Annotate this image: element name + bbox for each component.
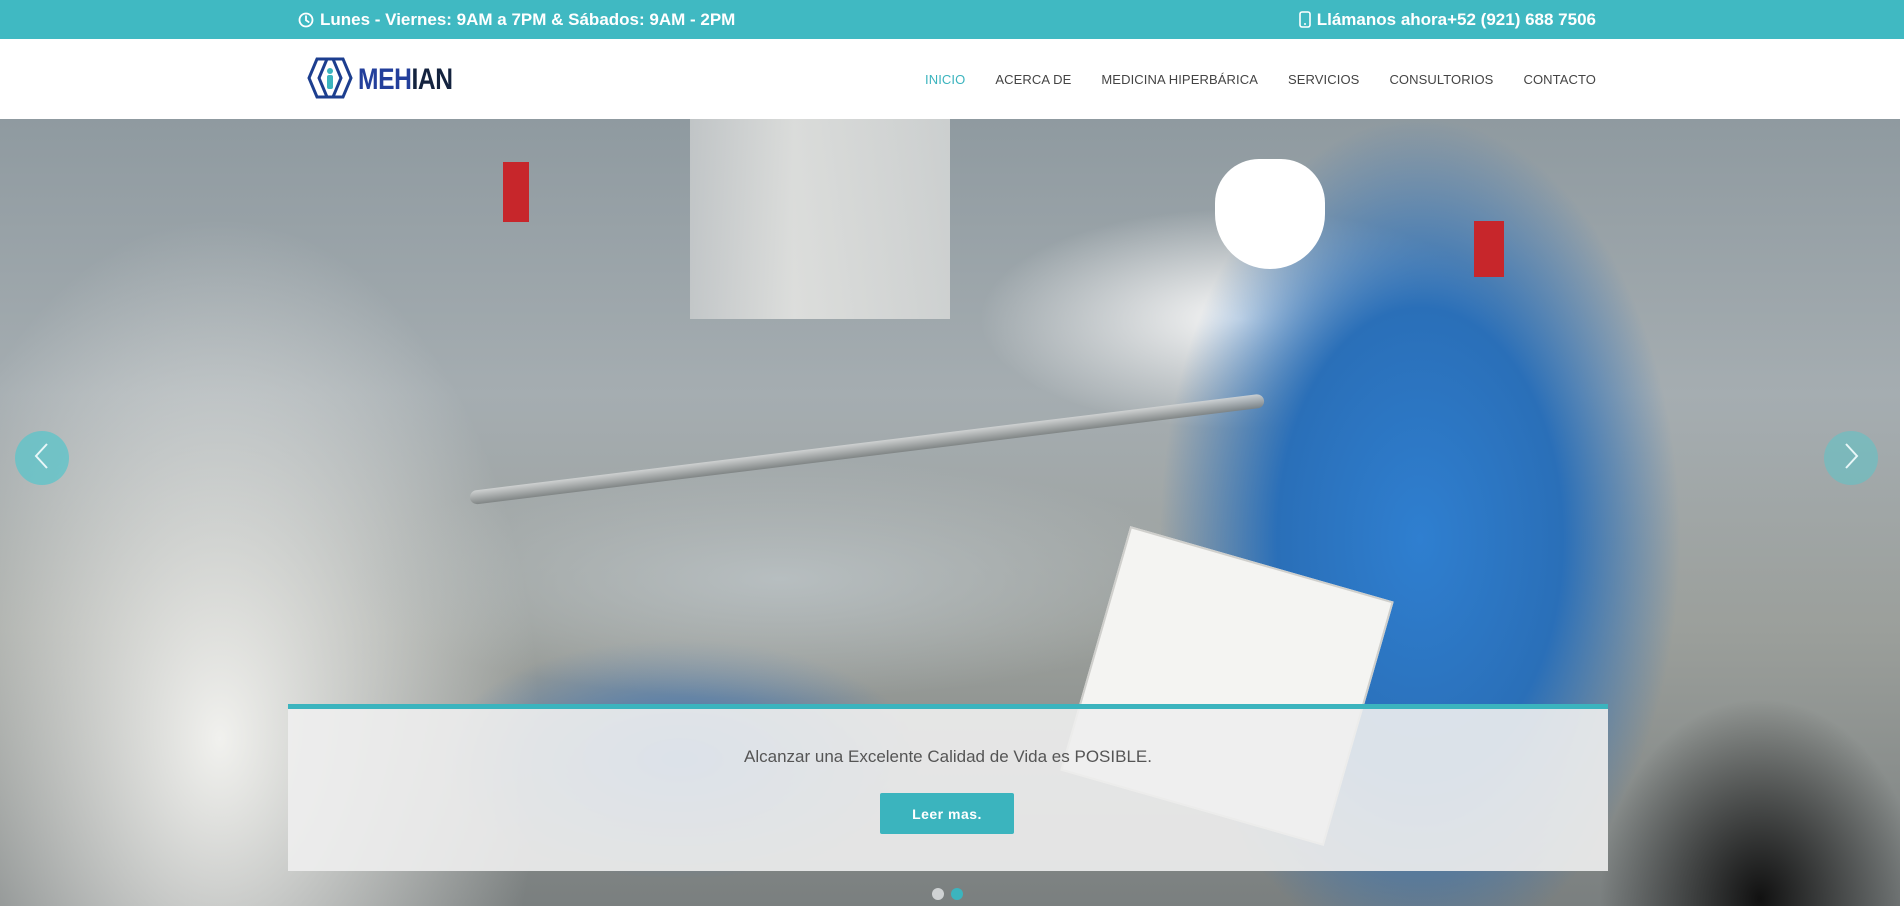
slider-dot-1[interactable] bbox=[932, 888, 944, 900]
hero-photo-background bbox=[690, 119, 950, 319]
hero-photo-face-mask bbox=[1215, 159, 1325, 269]
site-logo[interactable]: MEHIAN bbox=[304, 57, 473, 104]
nav-item-acerca-de[interactable]: ACERCA DE bbox=[995, 72, 1071, 87]
read-more-button[interactable]: Leer mas. bbox=[880, 793, 1014, 834]
top-info-bar: Lunes - Viernes: 9AM a 7PM & Sábados: 9A… bbox=[0, 0, 1904, 39]
nav-item-inicio[interactable]: INICIO bbox=[925, 72, 965, 87]
slider-pagination bbox=[932, 888, 963, 900]
phone-contact[interactable]: Llámanos ahora+52 (921) 688 7506 bbox=[1298, 0, 1596, 39]
slider-prev-button[interactable] bbox=[15, 431, 69, 485]
phone-text: Llámanos ahora+52 (921) 688 7506 bbox=[1316, 9, 1596, 29]
business-hours-text: Lunes - Viernes: 9AM a 7PM & Sábados: 9A… bbox=[320, 9, 736, 29]
nav-item-contacto[interactable]: CONTACTO bbox=[1523, 72, 1596, 87]
main-navigation: INICIO ACERCA DE MEDICINA HIPERBÁRICA SE… bbox=[925, 39, 1596, 119]
nav-item-medicina-hiperbarica[interactable]: MEDICINA HIPERBÁRICA bbox=[1101, 72, 1258, 87]
hero-photo-chamber-rail bbox=[469, 393, 1265, 505]
hero-photo-detail bbox=[503, 162, 529, 222]
business-hours: Lunes - Viernes: 9AM a 7PM & Sábados: 9A… bbox=[298, 0, 735, 39]
slide-caption-text: Alcanzar una Excelente Calidad de Vida e… bbox=[744, 747, 1152, 766]
slide-caption-box: Alcanzar una Excelente Calidad de Vida e… bbox=[288, 704, 1608, 871]
clock-icon bbox=[298, 12, 314, 28]
nav-item-consultorios[interactable]: CONSULTORIOS bbox=[1389, 72, 1493, 87]
brand-name-part2: IAN bbox=[411, 63, 453, 96]
chevron-left-icon bbox=[33, 442, 51, 475]
chevron-right-icon bbox=[1842, 442, 1860, 475]
nav-item-servicios[interactable]: SERVICIOS bbox=[1288, 72, 1359, 87]
brand-name-part1: MEH bbox=[358, 63, 412, 96]
mobile-phone-icon bbox=[1298, 11, 1311, 28]
slider-next-button[interactable] bbox=[1824, 431, 1878, 485]
slider-dot-2[interactable] bbox=[951, 888, 963, 900]
hero-photo-detail bbox=[1474, 221, 1504, 277]
hexagon-people-logo-icon bbox=[304, 57, 356, 104]
brand-name: MEHIAN bbox=[358, 65, 453, 95]
